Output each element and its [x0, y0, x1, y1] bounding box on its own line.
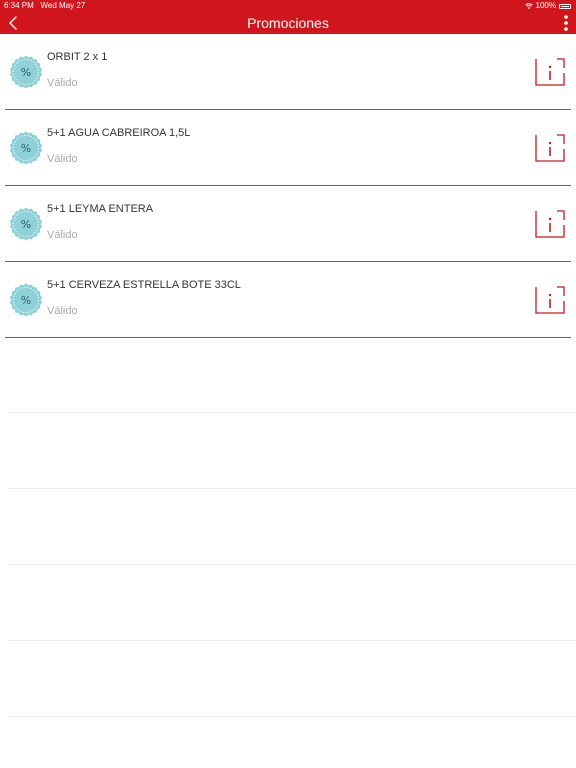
info-button[interactable] [533, 132, 567, 164]
promotion-row[interactable]: % 5+1 CERVEZA ESTRELLA BOTE 33CL Válido [0, 262, 576, 338]
empty-row-divider [9, 412, 576, 413]
promotion-title: 5+1 LEYMA ENTERA [47, 203, 154, 215]
battery-icon [559, 3, 571, 9]
row-divider [5, 337, 571, 338]
info-button[interactable] [533, 284, 567, 316]
battery-percent: 100% [535, 1, 556, 10]
status-right: 100% [524, 0, 571, 12]
promotions-list: % ORBIT 2 x 1 Válido % 5+1 AGUA CABREIRO… [0, 34, 576, 338]
wifi-icon [524, 3, 533, 9]
discount-badge-icon: % [9, 283, 43, 317]
empty-row-divider [9, 488, 576, 489]
info-icon [535, 134, 565, 162]
info-button[interactable] [533, 208, 567, 240]
empty-row-divider [9, 564, 576, 565]
promotion-title: 5+1 AGUA CABREIROA 1,5L [47, 127, 191, 139]
status-date: Wed May 27 [40, 1, 86, 10]
promotion-row[interactable]: % 5+1 AGUA CABREIROA 1,5L Válido [0, 110, 576, 186]
empty-row-divider [9, 716, 576, 717]
promotion-status: Válido [47, 305, 78, 317]
info-icon [535, 286, 565, 314]
promotion-row[interactable]: % 5+1 LEYMA ENTERA Válido [0, 186, 576, 262]
info-button[interactable] [533, 56, 567, 88]
discount-badge-icon: % [9, 207, 43, 241]
promotion-title: ORBIT 2 x 1 [47, 51, 108, 63]
info-icon [535, 210, 565, 238]
svg-text:%: % [21, 218, 31, 231]
more-vertical-icon [564, 15, 568, 31]
more-button[interactable] [562, 14, 570, 32]
discount-badge-icon: % [9, 131, 43, 165]
svg-text:%: % [21, 66, 31, 79]
empty-row-divider [9, 640, 576, 641]
status-time: 6:34 PM [4, 1, 34, 10]
page-title: Promociones [247, 15, 329, 31]
svg-text:%: % [21, 142, 31, 155]
status-bar: 6:34 PM Wed May 27 100% [0, 0, 576, 12]
promotion-row[interactable]: % ORBIT 2 x 1 Válido [0, 34, 576, 110]
status-time-date: 6:34 PM Wed May 27 [4, 0, 85, 12]
promotion-status: Válido [47, 77, 78, 89]
discount-badge-icon: % [9, 55, 43, 89]
info-icon [535, 58, 565, 86]
promotion-title: 5+1 CERVEZA ESTRELLA BOTE 33CL [47, 279, 241, 291]
promotion-status: Válido [47, 153, 78, 165]
promotion-status: Válido [47, 229, 78, 241]
nav-bar: Promociones [0, 12, 576, 34]
svg-text:%: % [21, 294, 31, 307]
